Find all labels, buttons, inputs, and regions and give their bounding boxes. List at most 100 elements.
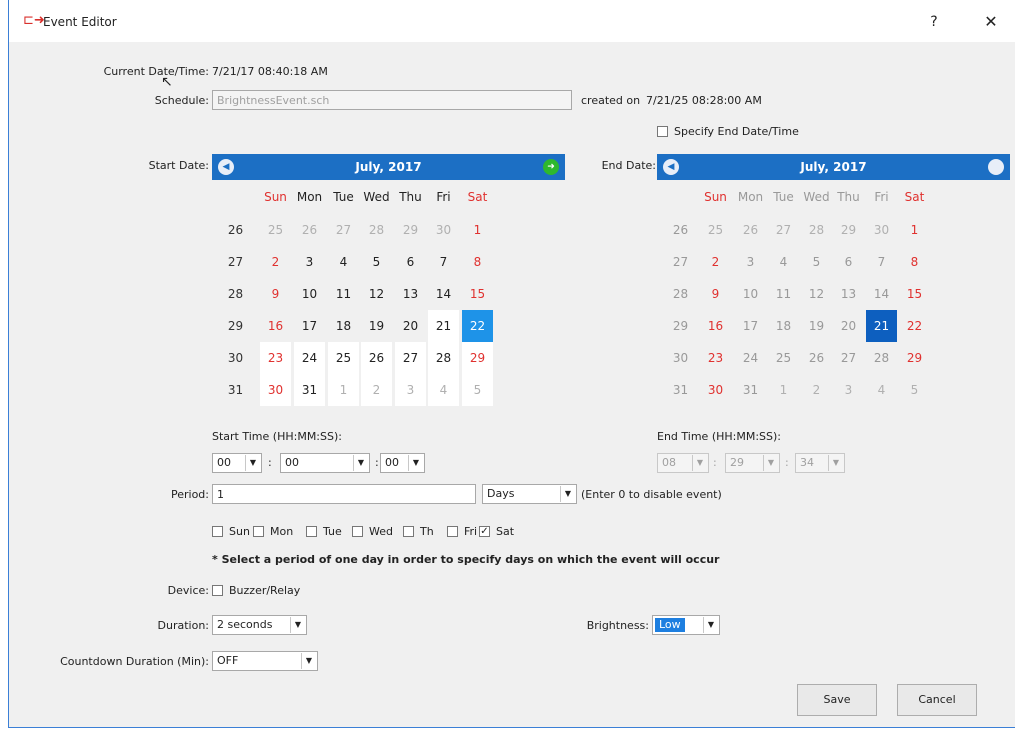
calendar-day[interactable]: 25 [768,342,799,374]
calendar-day[interactable]: 21 [428,310,459,342]
calendar-day[interactable]: 18 [768,310,799,342]
calendar-day[interactable]: 3 [833,374,864,406]
calendar-day[interactable]: 9 [260,278,291,310]
calendar-day[interactable]: 30 [428,214,459,246]
calendar-day[interactable]: 26 [361,342,392,374]
calendar-day[interactable]: 27 [833,342,864,374]
calendar-day[interactable]: 5 [899,374,930,406]
calendar-day[interactable]: 1 [899,214,930,246]
calendar-day[interactable]: 10 [735,278,766,310]
calendar-day[interactable]: 4 [328,246,359,278]
calendar-day[interactable]: 8 [899,246,930,278]
day-checkbox-wed[interactable] [352,526,363,537]
calendar-day[interactable]: 18 [328,310,359,342]
calendar-day[interactable]: 28 [428,342,459,374]
buzzer-relay-checkbox[interactable] [212,585,223,596]
calendar-day[interactable]: 11 [768,278,799,310]
start-prev-month-icon[interactable]: ◀ [218,159,234,175]
brightness-select[interactable]: Low ▼ [652,615,720,635]
day-checkbox-sat[interactable]: ✓ [479,526,490,537]
calendar-day[interactable]: 23 [260,342,291,374]
calendar-day[interactable]: 25 [700,214,731,246]
calendar-day[interactable]: 1 [462,214,493,246]
calendar-day[interactable]: 15 [462,278,493,310]
calendar-day[interactable]: 26 [735,214,766,246]
period-unit-select[interactable]: Days ▼ [482,484,577,504]
calendar-day[interactable]: 4 [428,374,459,406]
calendar-day[interactable]: 25 [260,214,291,246]
day-checkbox-fri[interactable] [447,526,458,537]
calendar-day[interactable]: 23 [700,342,731,374]
calendar-day[interactable]: 2 [700,246,731,278]
start-hour-select[interactable]: 00 ▼ [212,453,262,473]
calendar-day[interactable]: 16 [260,310,291,342]
day-checkbox-th[interactable] [403,526,414,537]
calendar-day[interactable]: 3 [395,374,426,406]
calendar-day[interactable]: 7 [866,246,897,278]
start-second-select[interactable]: 00 ▼ [380,453,425,473]
calendar-day[interactable]: 5 [462,374,493,406]
day-checkbox-sun[interactable] [212,526,223,537]
calendar-day[interactable]: 7 [428,246,459,278]
calendar-day[interactable]: 26 [801,342,832,374]
end-next-month-icon[interactable]: ● [988,159,1004,175]
calendar-day[interactable]: 9 [700,278,731,310]
calendar-day[interactable]: 4 [768,246,799,278]
calendar-day[interactable]: 6 [395,246,426,278]
calendar-day[interactable]: 17 [294,310,325,342]
calendar-day[interactable]: 20 [833,310,864,342]
end-prev-month-icon[interactable]: ◀ [663,159,679,175]
calendar-day[interactable]: 13 [395,278,426,310]
end-second-select[interactable]: 34 ▼ [795,453,845,473]
calendar-day[interactable]: 1 [768,374,799,406]
period-field[interactable]: 1 [212,484,476,504]
calendar-day[interactable]: 2 [801,374,832,406]
calendar-day[interactable]: 29 [899,342,930,374]
calendar-day[interactable]: 14 [428,278,459,310]
duration-select[interactable]: 2 seconds ▼ [212,615,307,635]
calendar-day[interactable]: 28 [801,214,832,246]
calendar-day[interactable]: 29 [462,342,493,374]
calendar-day[interactable]: 3 [735,246,766,278]
calendar-day[interactable]: 16 [700,310,731,342]
day-checkbox-tue[interactable] [306,526,317,537]
calendar-day[interactable]: 28 [361,214,392,246]
specify-end-checkbox[interactable] [657,126,668,137]
calendar-day[interactable]: 26 [294,214,325,246]
countdown-select[interactable]: OFF ▼ [212,651,318,671]
calendar-day[interactable]: 27 [328,214,359,246]
calendar-day[interactable]: 22 [462,310,493,342]
calendar-day[interactable]: 21 [866,310,897,342]
close-button[interactable]: ✕ [976,8,1006,36]
start-minute-select[interactable]: 00 ▼ [280,453,370,473]
save-button[interactable]: Save [797,684,877,716]
calendar-day[interactable]: 11 [328,278,359,310]
calendar-day[interactable]: 12 [801,278,832,310]
calendar-day[interactable]: 4 [866,374,897,406]
calendar-day[interactable]: 2 [260,246,291,278]
calendar-day[interactable]: 5 [801,246,832,278]
calendar-day[interactable]: 28 [866,342,897,374]
calendar-day[interactable]: 30 [260,374,291,406]
help-button[interactable]: ? [919,8,949,36]
calendar-day[interactable]: 17 [735,310,766,342]
calendar-day[interactable]: 1 [328,374,359,406]
calendar-day[interactable]: 3 [294,246,325,278]
calendar-day[interactable]: 6 [833,246,864,278]
calendar-day[interactable]: 12 [361,278,392,310]
calendar-day[interactable]: 10 [294,278,325,310]
calendar-day[interactable]: 24 [294,342,325,374]
calendar-day[interactable]: 27 [768,214,799,246]
calendar-day[interactable]: 22 [899,310,930,342]
cancel-button[interactable]: Cancel [897,684,977,716]
calendar-day[interactable]: 20 [395,310,426,342]
calendar-day[interactable]: 29 [833,214,864,246]
end-minute-select[interactable]: 29 ▼ [725,453,780,473]
calendar-day[interactable]: 8 [462,246,493,278]
calendar-day[interactable]: 13 [833,278,864,310]
calendar-day[interactable]: 30 [700,374,731,406]
end-hour-select[interactable]: 08 ▼ [657,453,709,473]
calendar-day[interactable]: 24 [735,342,766,374]
calendar-day[interactable]: 25 [328,342,359,374]
calendar-day[interactable]: 2 [361,374,392,406]
